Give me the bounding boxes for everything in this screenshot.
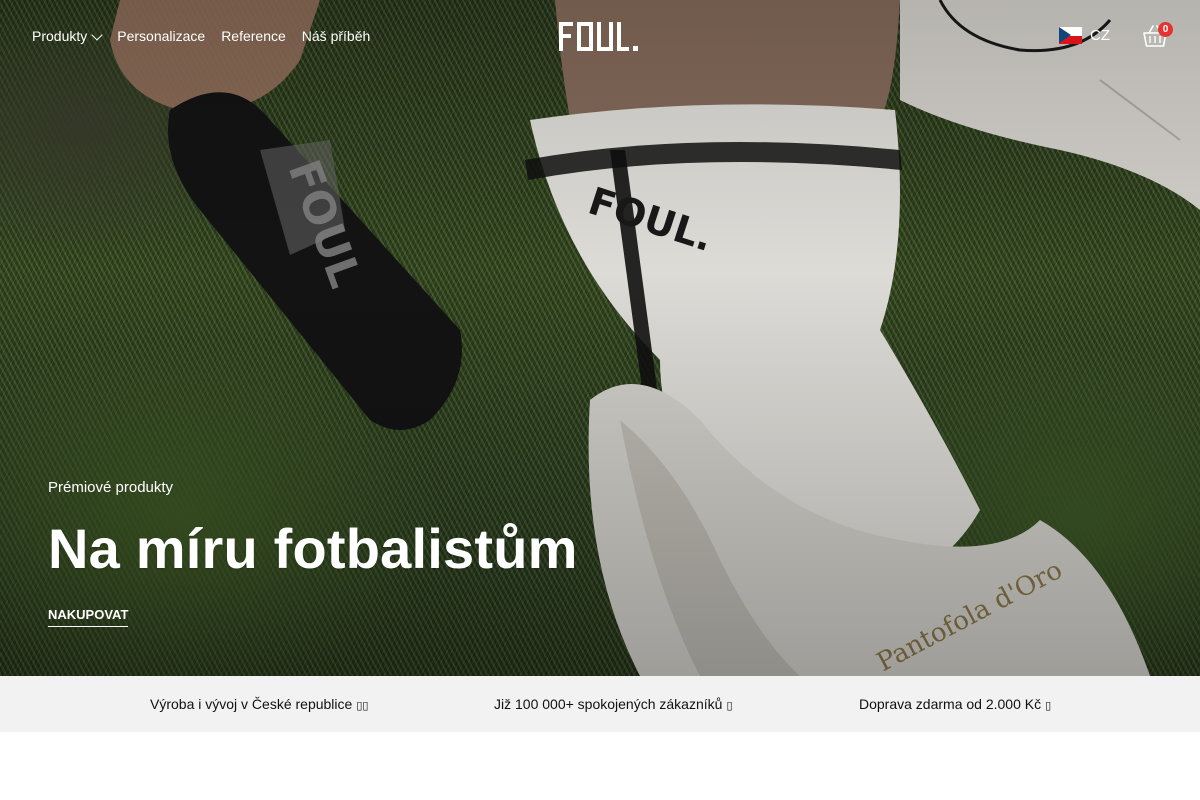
usp-text: Doprava zdarma od 2.000 Kč [859,696,1042,712]
emoji-icon: ▯ [1045,699,1052,712]
usp-text: Již 100 000+ spokojených zákazníků [494,696,723,712]
nav-item-nas-pribeh[interactable]: Náš příběh [302,28,370,44]
cart-button[interactable]: 0 [1141,22,1173,50]
language-switcher[interactable]: CZ [1059,27,1110,44]
hero-headline: Na míru fotbalistům [48,517,578,580]
nav-item-produkty[interactable]: Produkty [32,28,103,44]
shop-now-link[interactable]: NAKUPOVAT [48,607,129,627]
language-code: CZ [1090,27,1110,44]
nav-item-label: Reference [221,28,286,44]
usp-item-made-in-cz: Výroba i vývoj v České republice ▯▯ [150,696,368,712]
hero-eyebrow: Prémiové produkty [48,479,174,496]
flag-emoji-icon: ▯▯ [356,699,369,712]
chevron-down-icon [91,28,103,41]
usp-item-free-shipping: Doprava zdarma od 2.000 Kč ▯ [859,696,1051,712]
usp-item-customers: Již 100 000+ spokojených zákazníků ▯ [494,696,733,712]
usp-bar: Výroba i vývoj v České republice ▯▯ Již 1… [0,676,1200,732]
brand-logo[interactable] [559,22,641,52]
nav-item-label: Produkty [32,28,88,44]
nav-item-label: Personalizace [117,28,206,44]
nav-item-label: Náš příběh [301,28,371,44]
usp-text: Výroba i vývoj v České republice [150,696,353,712]
logo-wordmark [559,22,638,51]
main-nav: Produkty Personalizace Reference Náš pří… [32,28,370,44]
emoji-icon: ▯ [726,699,733,712]
cart-count-badge: 0 [1158,22,1173,37]
czech-flag-icon [1059,27,1082,44]
nav-item-personalizace[interactable]: Personalizace [117,28,205,44]
nav-item-reference[interactable]: Reference [221,28,286,44]
site-header: Produkty Personalizace Reference Náš pří… [0,0,1200,74]
